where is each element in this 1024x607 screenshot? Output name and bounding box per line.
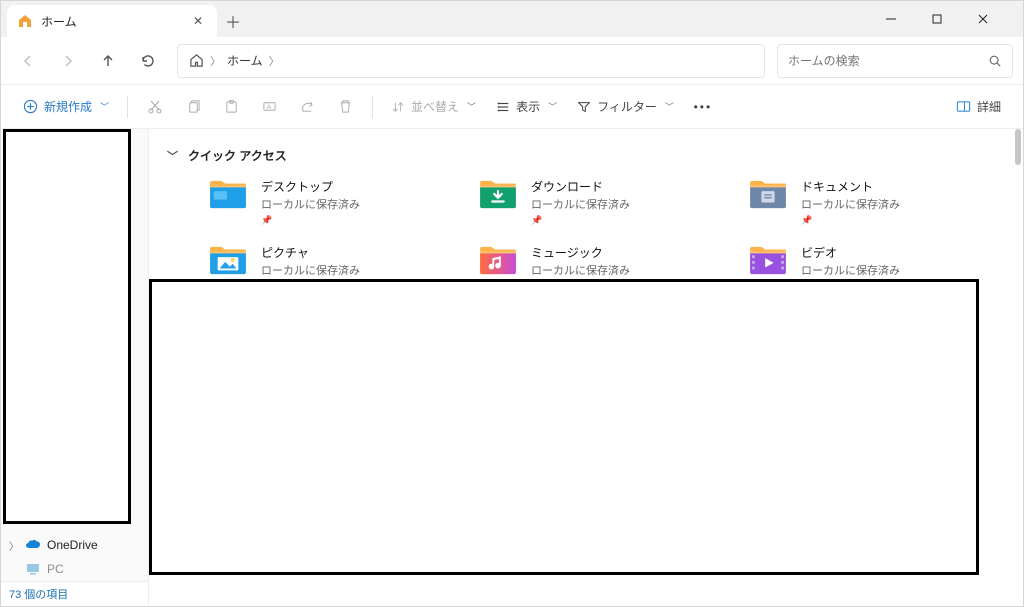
chevron-down-icon: ﹀ bbox=[548, 100, 557, 113]
trash-icon bbox=[338, 99, 353, 114]
address-bar[interactable]: 〉 ホーム 〉 bbox=[177, 44, 765, 78]
chevron-down-icon: ﹀ bbox=[665, 100, 674, 113]
filter-icon bbox=[577, 100, 591, 114]
item-name: ビデオ bbox=[801, 244, 900, 261]
item-name: ピクチャ bbox=[261, 244, 360, 261]
search-box[interactable] bbox=[777, 44, 1013, 78]
sidebar-item-label: OneDrive bbox=[47, 538, 98, 552]
breadcrumb-home-icon[interactable] bbox=[182, 53, 210, 68]
item-subtitle: ローカルに保存済み bbox=[531, 262, 630, 278]
maximize-button[interactable] bbox=[931, 1, 977, 37]
quick-access-item[interactable]: デスクトップローカルに保存済み 📌 bbox=[207, 178, 465, 226]
command-bar: 新規作成 ﹀ A 並べ替え ﹀ 表示 ﹀ フィルター ﹀ ••• 詳細 bbox=[1, 85, 1023, 129]
redaction-box bbox=[3, 129, 131, 524]
copy-button[interactable] bbox=[176, 92, 210, 122]
details-pane-button[interactable]: 詳細 bbox=[948, 92, 1009, 122]
navigation-pane: 〉 OneDrive PC 73 個の項目 bbox=[1, 129, 149, 606]
sidebar-item-onedrive[interactable]: 〉 OneDrive bbox=[1, 533, 148, 557]
pin-icon: 📌 bbox=[801, 215, 900, 226]
paste-button[interactable] bbox=[214, 92, 248, 122]
scrollbar[interactable] bbox=[1015, 129, 1021, 165]
item-subtitle: ローカルに保存済み bbox=[801, 196, 900, 212]
redaction-box bbox=[149, 279, 979, 575]
chevron-down-icon: ﹀ bbox=[467, 100, 476, 113]
new-button-label: 新規作成 bbox=[44, 98, 92, 115]
rename-button[interactable]: A bbox=[252, 92, 286, 122]
rename-icon: A bbox=[262, 99, 277, 114]
tab-home[interactable]: ホーム ✕ bbox=[7, 5, 217, 37]
onedrive-icon bbox=[25, 537, 41, 553]
filter-button[interactable]: フィルター ﹀ bbox=[569, 92, 682, 122]
ellipsis-icon: ••• bbox=[694, 100, 713, 114]
share-button[interactable] bbox=[290, 92, 324, 122]
pin-icon: 📌 bbox=[531, 215, 630, 226]
chevron-right-icon: 〉 bbox=[9, 538, 19, 553]
new-button[interactable]: 新規作成 ﹀ bbox=[15, 92, 117, 122]
navigation-bar: 〉 ホーム 〉 bbox=[1, 37, 1023, 85]
item-count: 73 個の項目 bbox=[9, 589, 68, 601]
back-button[interactable] bbox=[11, 44, 45, 78]
item-name: ミュージック bbox=[531, 244, 630, 261]
cut-button[interactable] bbox=[138, 92, 172, 122]
sort-icon bbox=[391, 100, 405, 114]
chevron-right-icon: 〉 bbox=[269, 53, 280, 69]
breadcrumb-current[interactable]: ホーム bbox=[221, 52, 269, 69]
up-button[interactable] bbox=[91, 44, 125, 78]
forward-button[interactable] bbox=[51, 44, 85, 78]
new-tab-button[interactable]: ＋ bbox=[217, 5, 249, 37]
view-icon bbox=[496, 100, 510, 114]
plus-circle-icon bbox=[23, 99, 38, 114]
view-button[interactable]: 表示 ﹀ bbox=[488, 92, 565, 122]
search-input[interactable] bbox=[788, 54, 988, 68]
quick-access-item[interactable]: ドキュメントローカルに保存済み 📌 bbox=[747, 178, 1005, 226]
close-window-button[interactable] bbox=[977, 1, 1023, 37]
delete-button[interactable] bbox=[328, 92, 362, 122]
refresh-button[interactable] bbox=[131, 44, 165, 78]
sort-button[interactable]: 並べ替え ﹀ bbox=[383, 92, 484, 122]
search-icon[interactable] bbox=[988, 54, 1002, 68]
section-title: クイック アクセス bbox=[188, 147, 287, 164]
item-name: デスクトップ bbox=[261, 178, 360, 195]
details-label: 詳細 bbox=[977, 98, 1001, 115]
chevron-down-icon: ﹀ bbox=[100, 100, 109, 113]
window-controls bbox=[885, 1, 1023, 37]
quick-access-item[interactable]: ダウンロードローカルに保存済み 📌 bbox=[477, 178, 735, 226]
title-bar: ホーム ✕ ＋ bbox=[1, 1, 1023, 37]
item-subtitle: ローカルに保存済み bbox=[261, 262, 360, 278]
explorer-window: ホーム ✕ ＋ 〉 ホーム 〉 新規作成 ﹀ bbox=[0, 0, 1024, 607]
svg-text:A: A bbox=[266, 104, 271, 111]
cut-icon bbox=[147, 99, 163, 115]
share-icon bbox=[300, 99, 315, 114]
item-subtitle: ローカルに保存済み bbox=[531, 196, 630, 212]
sidebar-item-label: PC bbox=[47, 562, 64, 576]
copy-icon bbox=[186, 99, 201, 114]
content-area: ﹀ クイック アクセス デスクトップローカルに保存済み📌ダウンロードローカルに保… bbox=[149, 129, 1023, 606]
more-button[interactable]: ••• bbox=[686, 92, 720, 122]
pin-icon: 📌 bbox=[261, 215, 360, 226]
quick-access-grid: デスクトップローカルに保存済み📌ダウンロードローカルに保存済み📌ドキュメントロー… bbox=[167, 178, 1005, 292]
item-name: ダウンロード bbox=[531, 178, 630, 195]
sort-label: 並べ替え bbox=[411, 98, 459, 115]
details-pane-icon bbox=[956, 99, 971, 114]
item-name: ドキュメント bbox=[801, 178, 900, 195]
body: 〉 OneDrive PC 73 個の項目 ﹀ クイック アクセス デスクトップ… bbox=[1, 129, 1023, 606]
status-bar: 73 個の項目 bbox=[1, 581, 148, 606]
view-label: 表示 bbox=[516, 98, 540, 115]
paste-icon bbox=[224, 99, 239, 114]
filter-label: フィルター bbox=[597, 98, 657, 115]
tab-title: ホーム bbox=[41, 13, 77, 30]
tab-close-icon[interactable]: ✕ bbox=[189, 10, 207, 32]
pc-icon bbox=[25, 561, 41, 577]
chevron-right-icon: 〉 bbox=[210, 53, 221, 69]
section-header-quick-access[interactable]: ﹀ クイック アクセス bbox=[167, 147, 1005, 164]
sidebar-item-pc[interactable]: PC bbox=[1, 557, 148, 581]
minimize-button[interactable] bbox=[885, 1, 931, 37]
chevron-down-icon: ﹀ bbox=[167, 148, 178, 164]
item-subtitle: ローカルに保存済み bbox=[261, 196, 360, 212]
item-subtitle: ローカルに保存済み bbox=[801, 262, 900, 278]
home-icon bbox=[17, 13, 33, 29]
